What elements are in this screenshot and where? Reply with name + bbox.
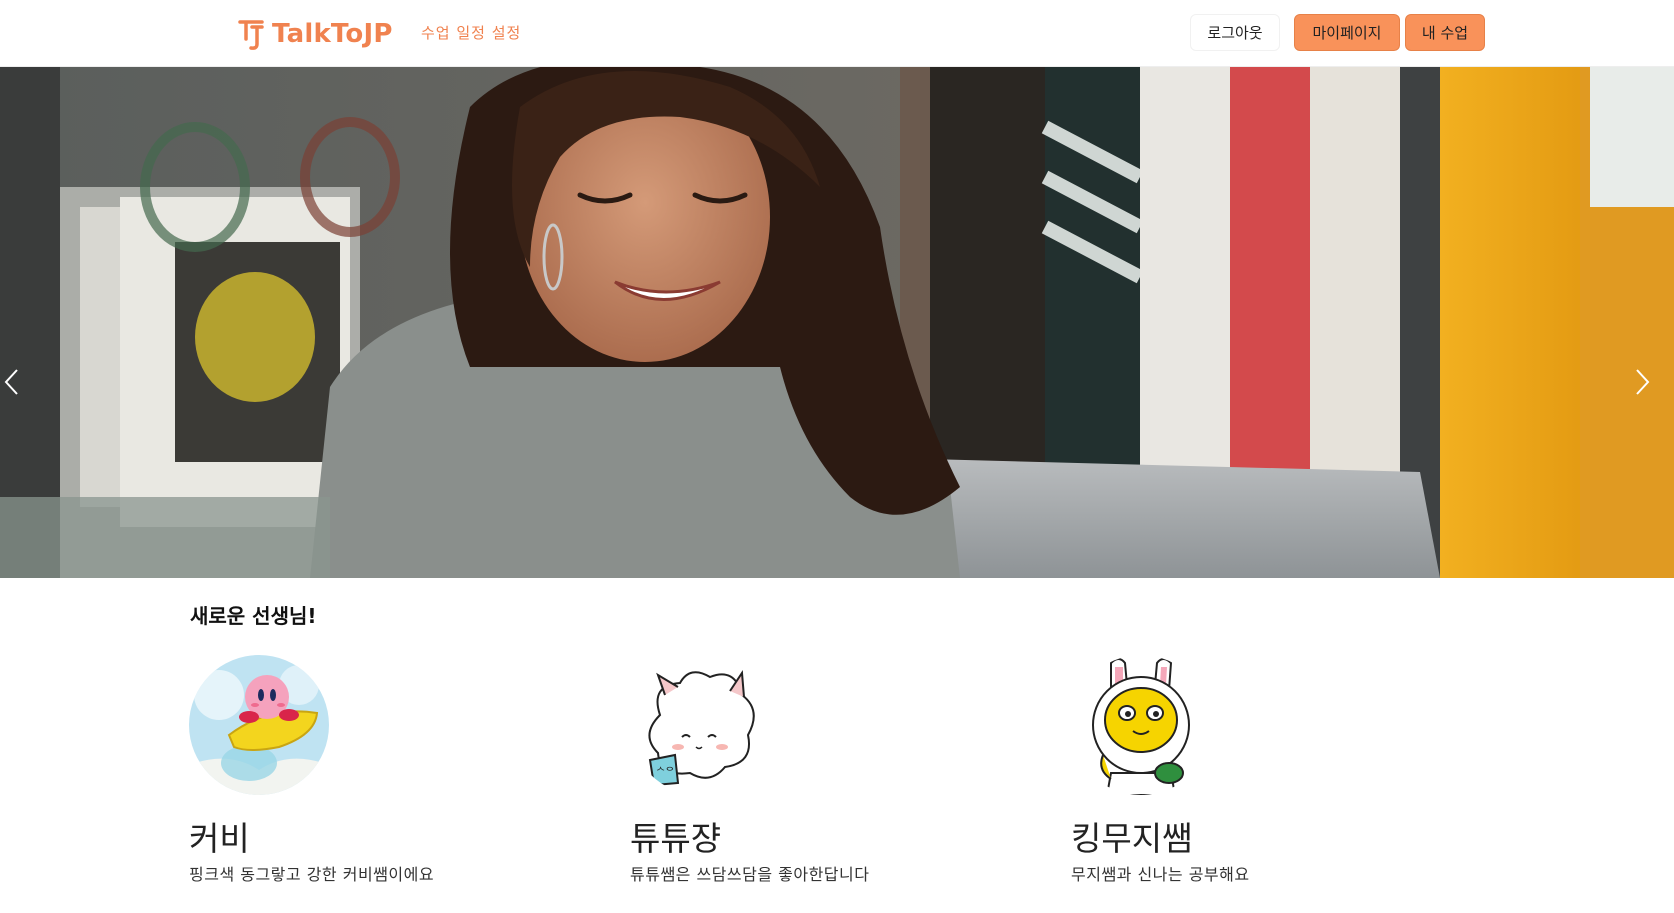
carousel-prev-button[interactable]: [2, 367, 42, 407]
muji-avatar: [1071, 655, 1211, 795]
brand-name: TalkToJP: [272, 19, 393, 49]
teacher-name: 킹무지쌤: [1071, 819, 1193, 858]
hero-image: [0, 67, 1674, 578]
mypage-button[interactable]: 마이페이지: [1294, 14, 1400, 51]
brand-logo-icon: [238, 17, 264, 51]
teacher-card[interactable]: 킹무지쌤 무지쌤과 신나는 공부해요: [1071, 655, 1451, 884]
teacher-description: 핑크색 동그랗고 강한 커비쌤이에요: [189, 865, 435, 884]
teacher-name: 튜튜쟝: [630, 819, 722, 858]
teacher-card[interactable]: 커비 핑크색 동그랗고 강한 커비쌤이에요: [189, 655, 569, 884]
brand-link[interactable]: TalkToJP: [238, 14, 393, 54]
teacher-card[interactable]: ᄉᄋ 튜튜쟝 튜튜쌤은 쓰담쓰담을 좋아한답니다: [630, 655, 1010, 884]
schedule-settings-link[interactable]: 수업 일정 설정: [421, 22, 521, 43]
svg-text:ᄉᄋ: ᄉᄋ: [656, 767, 674, 778]
my-class-button[interactable]: 내 수업: [1405, 14, 1485, 51]
kirby-avatar: [189, 655, 329, 795]
teacher-description: 튜튜쌤은 쓰담쓰담을 좋아한답니다: [630, 865, 870, 884]
teacher-description: 무지쌤과 신나는 공부해요: [1071, 865, 1250, 884]
logout-button[interactable]: 로그아웃: [1190, 14, 1280, 51]
navbar: TalkToJP 수업 일정 설정 로그아웃 마이페이지 내 수업: [0, 0, 1674, 67]
teacher-name: 커비: [189, 819, 250, 858]
section-title: 새로운 선생님!: [190, 604, 317, 628]
carousel-next-button[interactable]: [1632, 367, 1672, 407]
sheep-avatar: ᄉᄋ: [630, 655, 770, 795]
hero-carousel: [0, 67, 1674, 578]
